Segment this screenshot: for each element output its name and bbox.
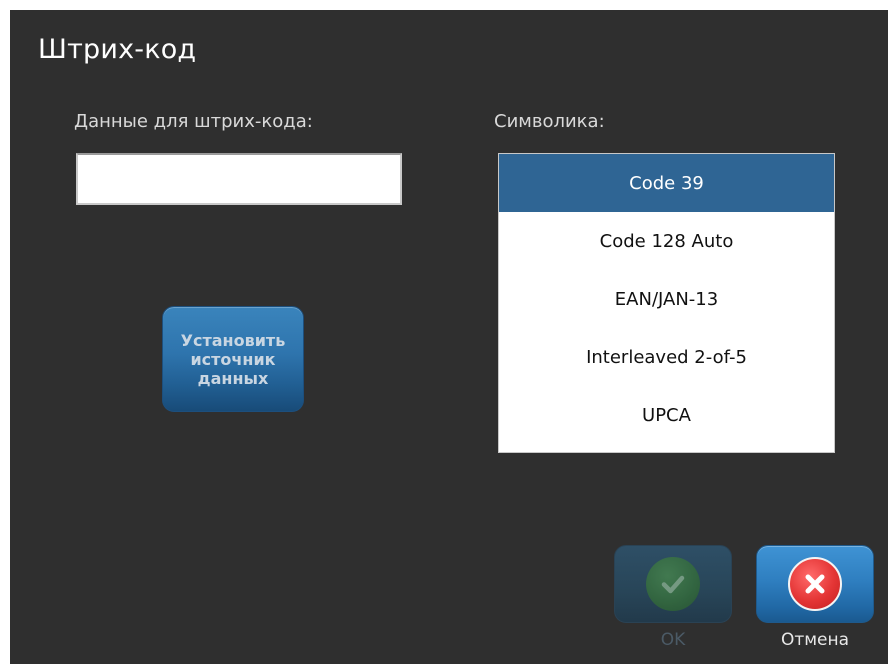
ok-button-label: OK xyxy=(660,630,686,650)
cancel-button-label: Отмена xyxy=(780,630,850,650)
set-data-source-button[interactable]: Установить источник данных xyxy=(162,306,304,412)
barcode-data-label: Данные для штрих-кода: xyxy=(74,111,313,132)
barcode-data-input[interactable] xyxy=(76,153,402,205)
symbology-option-interleaved-2of5[interactable]: Interleaved 2-of-5 xyxy=(499,328,834,386)
cancel-button[interactable] xyxy=(756,545,874,623)
checkmark-icon xyxy=(646,557,700,611)
symbology-option-code39[interactable]: Code 39 xyxy=(499,154,834,212)
set-data-source-label: Установить источник данных xyxy=(180,330,286,388)
dialog-title: Штрих-код xyxy=(38,34,197,65)
barcode-dialog: Штрих-код Данные для штрих-кода: Установ… xyxy=(10,10,888,664)
symbology-list[interactable]: Code 39 Code 128 Auto EAN/JAN-13 Interle… xyxy=(498,153,835,453)
symbology-option-upca[interactable]: UPCA xyxy=(499,386,834,444)
ok-button[interactable] xyxy=(614,545,732,623)
symbology-option-code128-auto[interactable]: Code 128 Auto xyxy=(499,212,834,270)
symbology-option-ean-jan-13[interactable]: EAN/JAN-13 xyxy=(499,270,834,328)
close-x-icon xyxy=(788,557,842,611)
symbology-label: Символика: xyxy=(494,111,605,132)
